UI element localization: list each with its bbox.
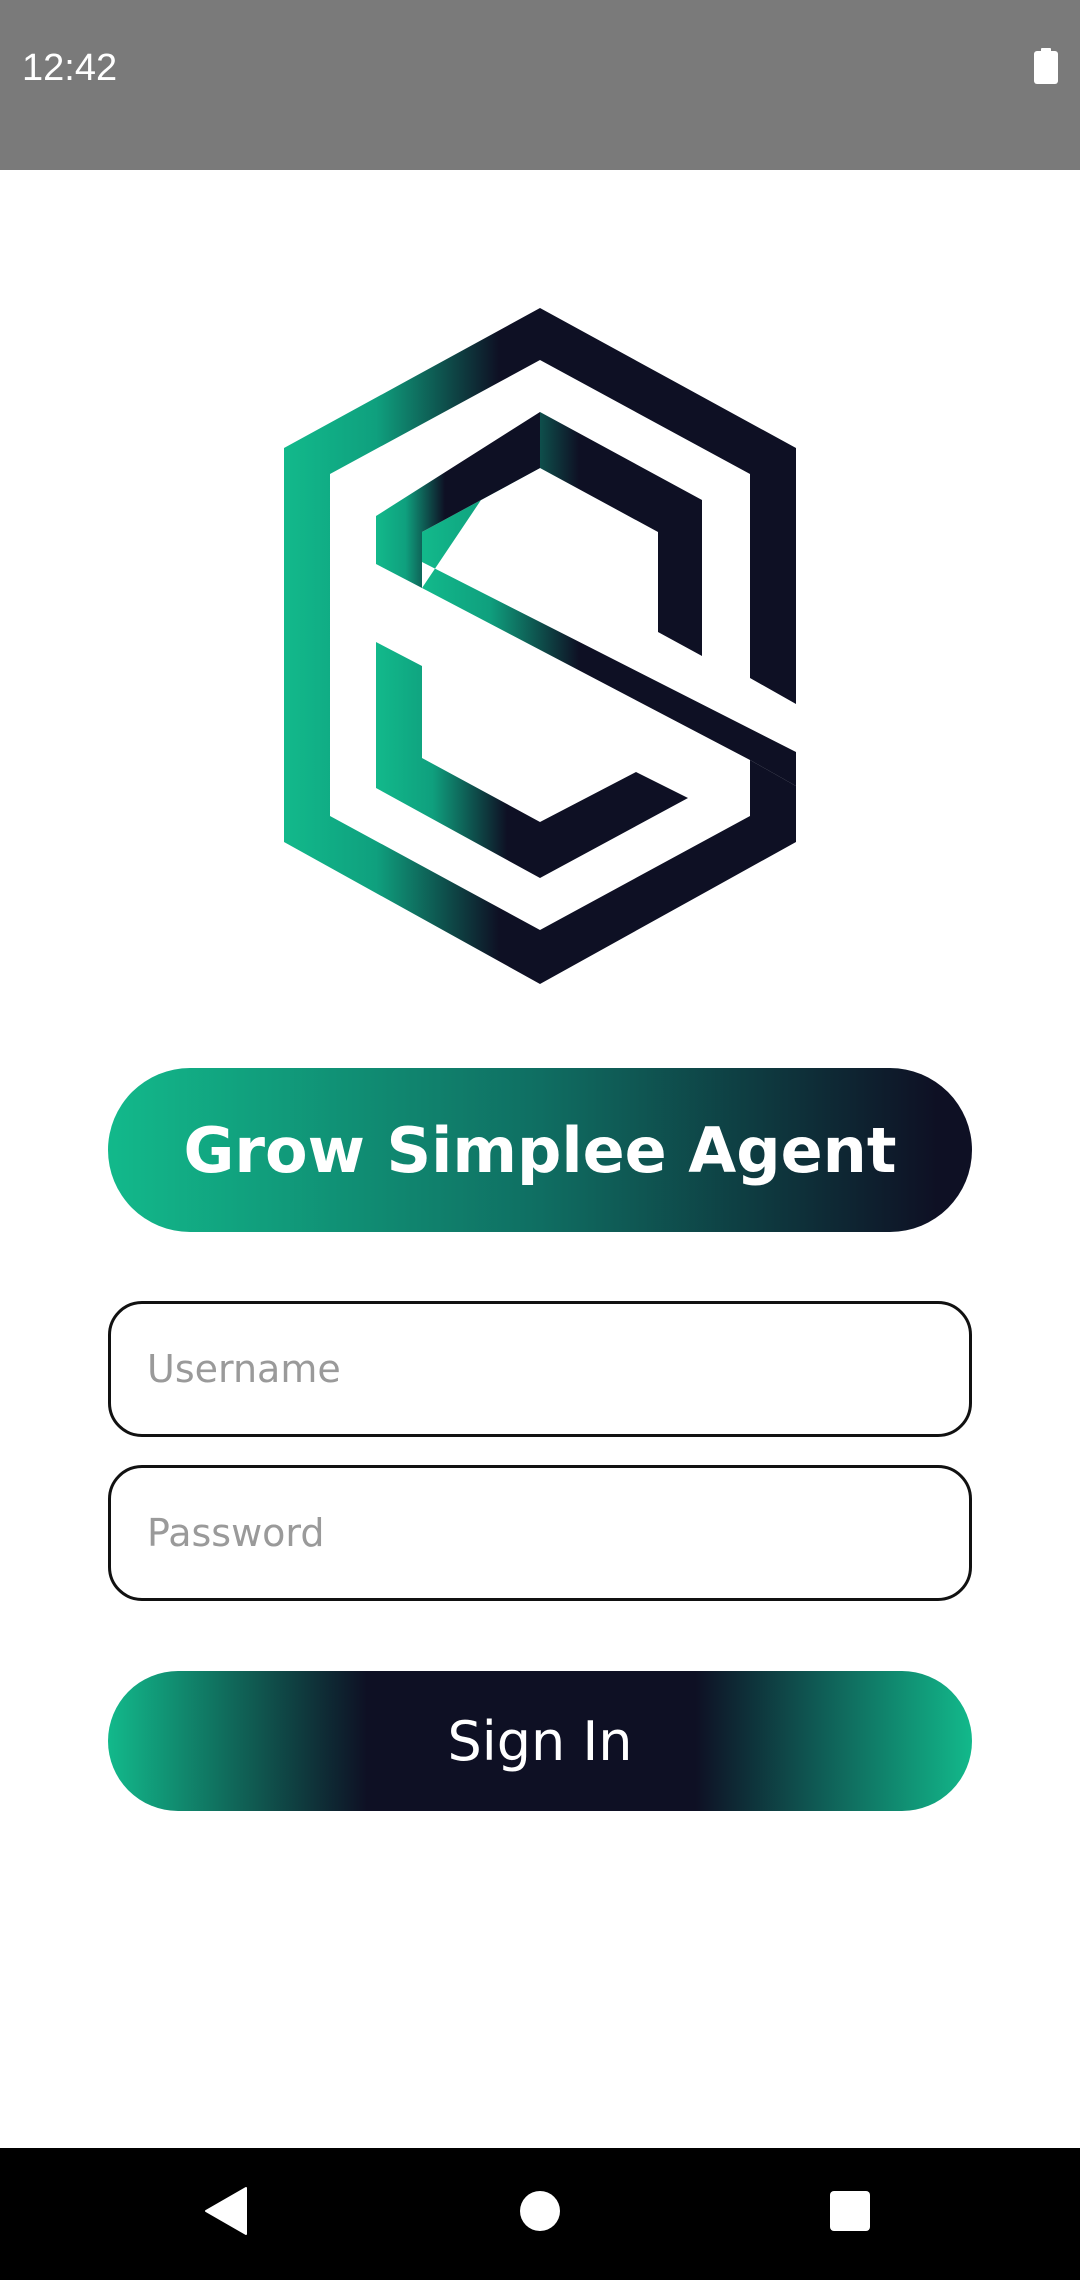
password-field[interactable]	[108, 1465, 972, 1601]
username-field[interactable]	[108, 1301, 972, 1437]
home-icon[interactable]	[520, 2191, 560, 2231]
status-time: 12:42	[22, 47, 118, 89]
sign-in-label: Sign In	[447, 1709, 633, 1773]
grow-simplee-logo-icon	[284, 308, 796, 984]
app-title: Grow Simplee Agent	[183, 1113, 897, 1187]
username-input[interactable]	[145, 1346, 969, 1392]
navigation-bar	[0, 2148, 1080, 2280]
login-screen: 12:42 Grow Simplee Agent Sign In	[0, 0, 1080, 2280]
app-title-banner: Grow Simplee Agent	[108, 1068, 972, 1232]
status-bar: 12:42	[0, 0, 1080, 170]
password-input[interactable]	[145, 1510, 969, 1556]
battery-icon	[1034, 48, 1058, 84]
sign-in-button[interactable]: Sign In	[108, 1671, 972, 1811]
back-icon[interactable]	[204, 2186, 248, 2236]
recents-icon[interactable]	[830, 2191, 870, 2231]
